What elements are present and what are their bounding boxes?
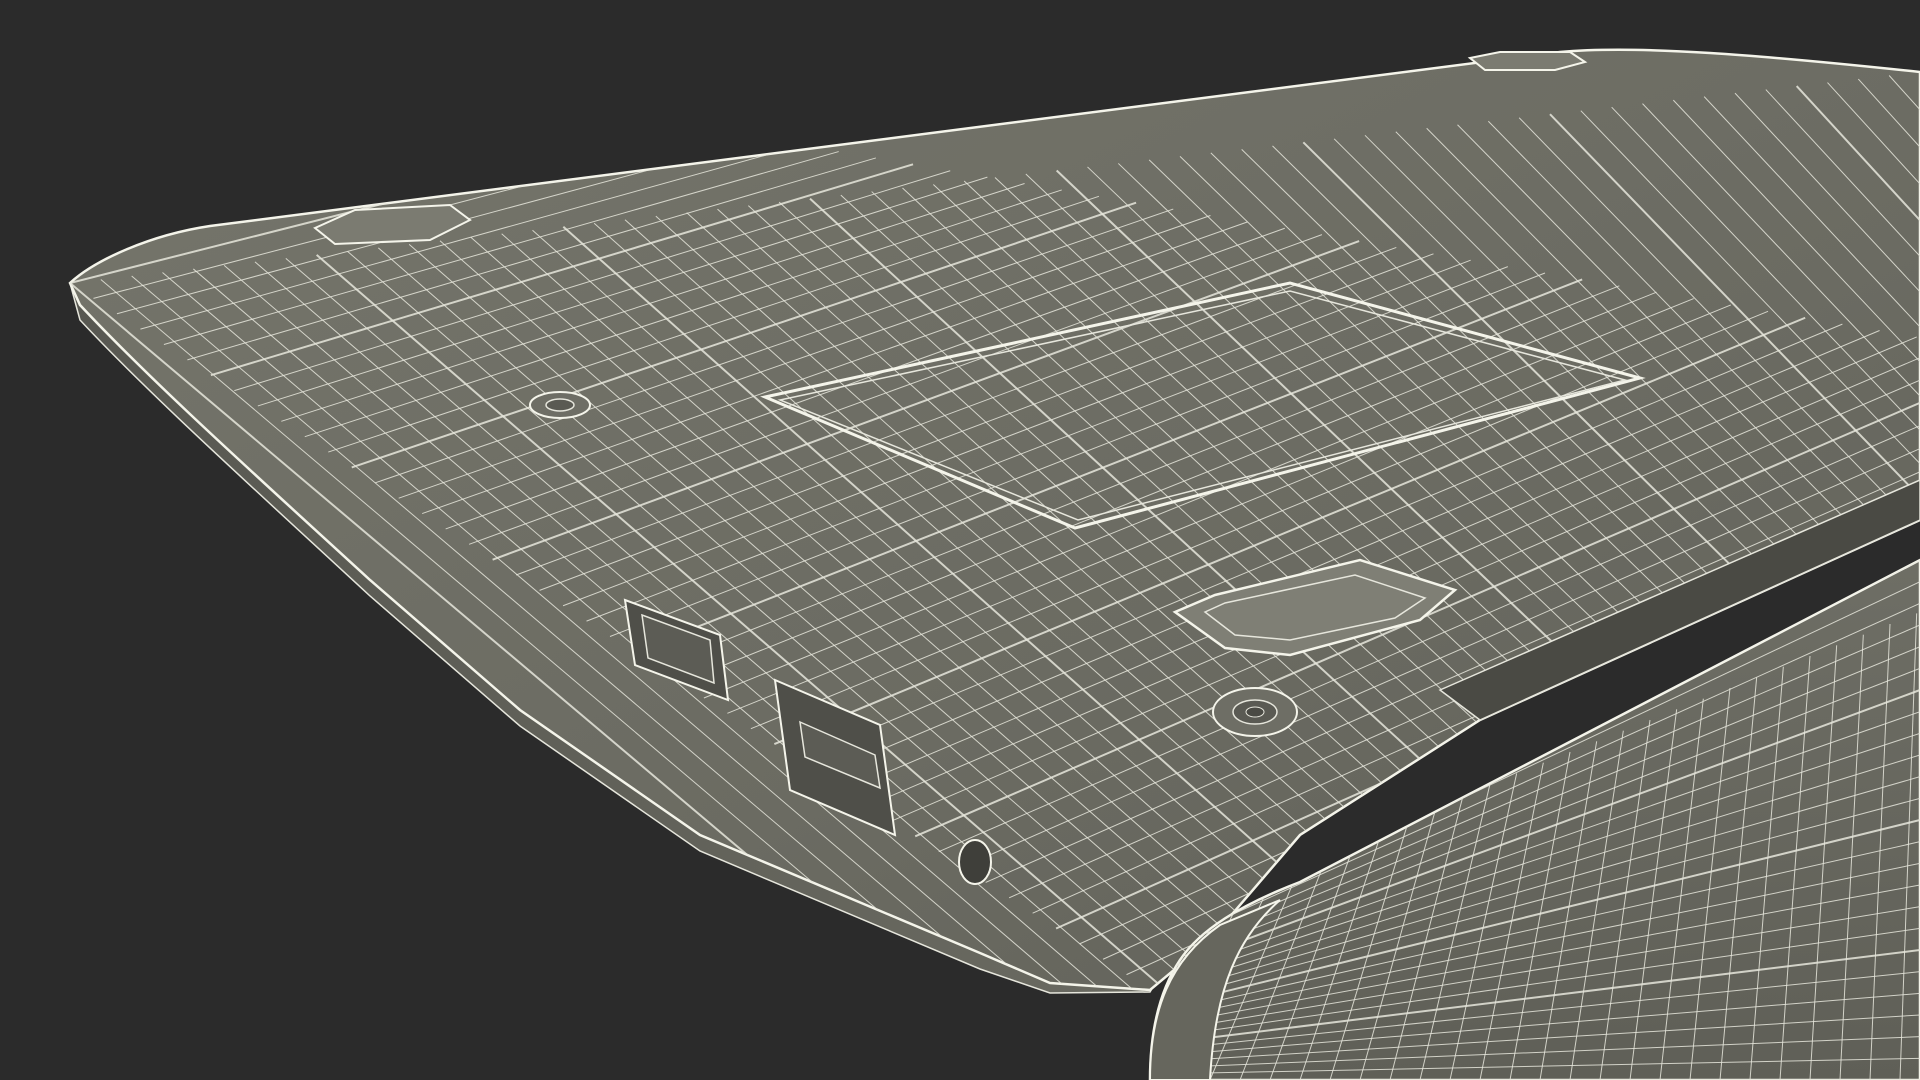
wireframe-render-viewport bbox=[0, 0, 1920, 1080]
screw-left bbox=[529, 391, 591, 419]
rubber-foot-top-right bbox=[1467, 51, 1588, 71]
screw-front bbox=[1212, 687, 1298, 737]
audio-jack bbox=[958, 839, 992, 885]
laptop-wireframe-render bbox=[68, 48, 1920, 1080]
